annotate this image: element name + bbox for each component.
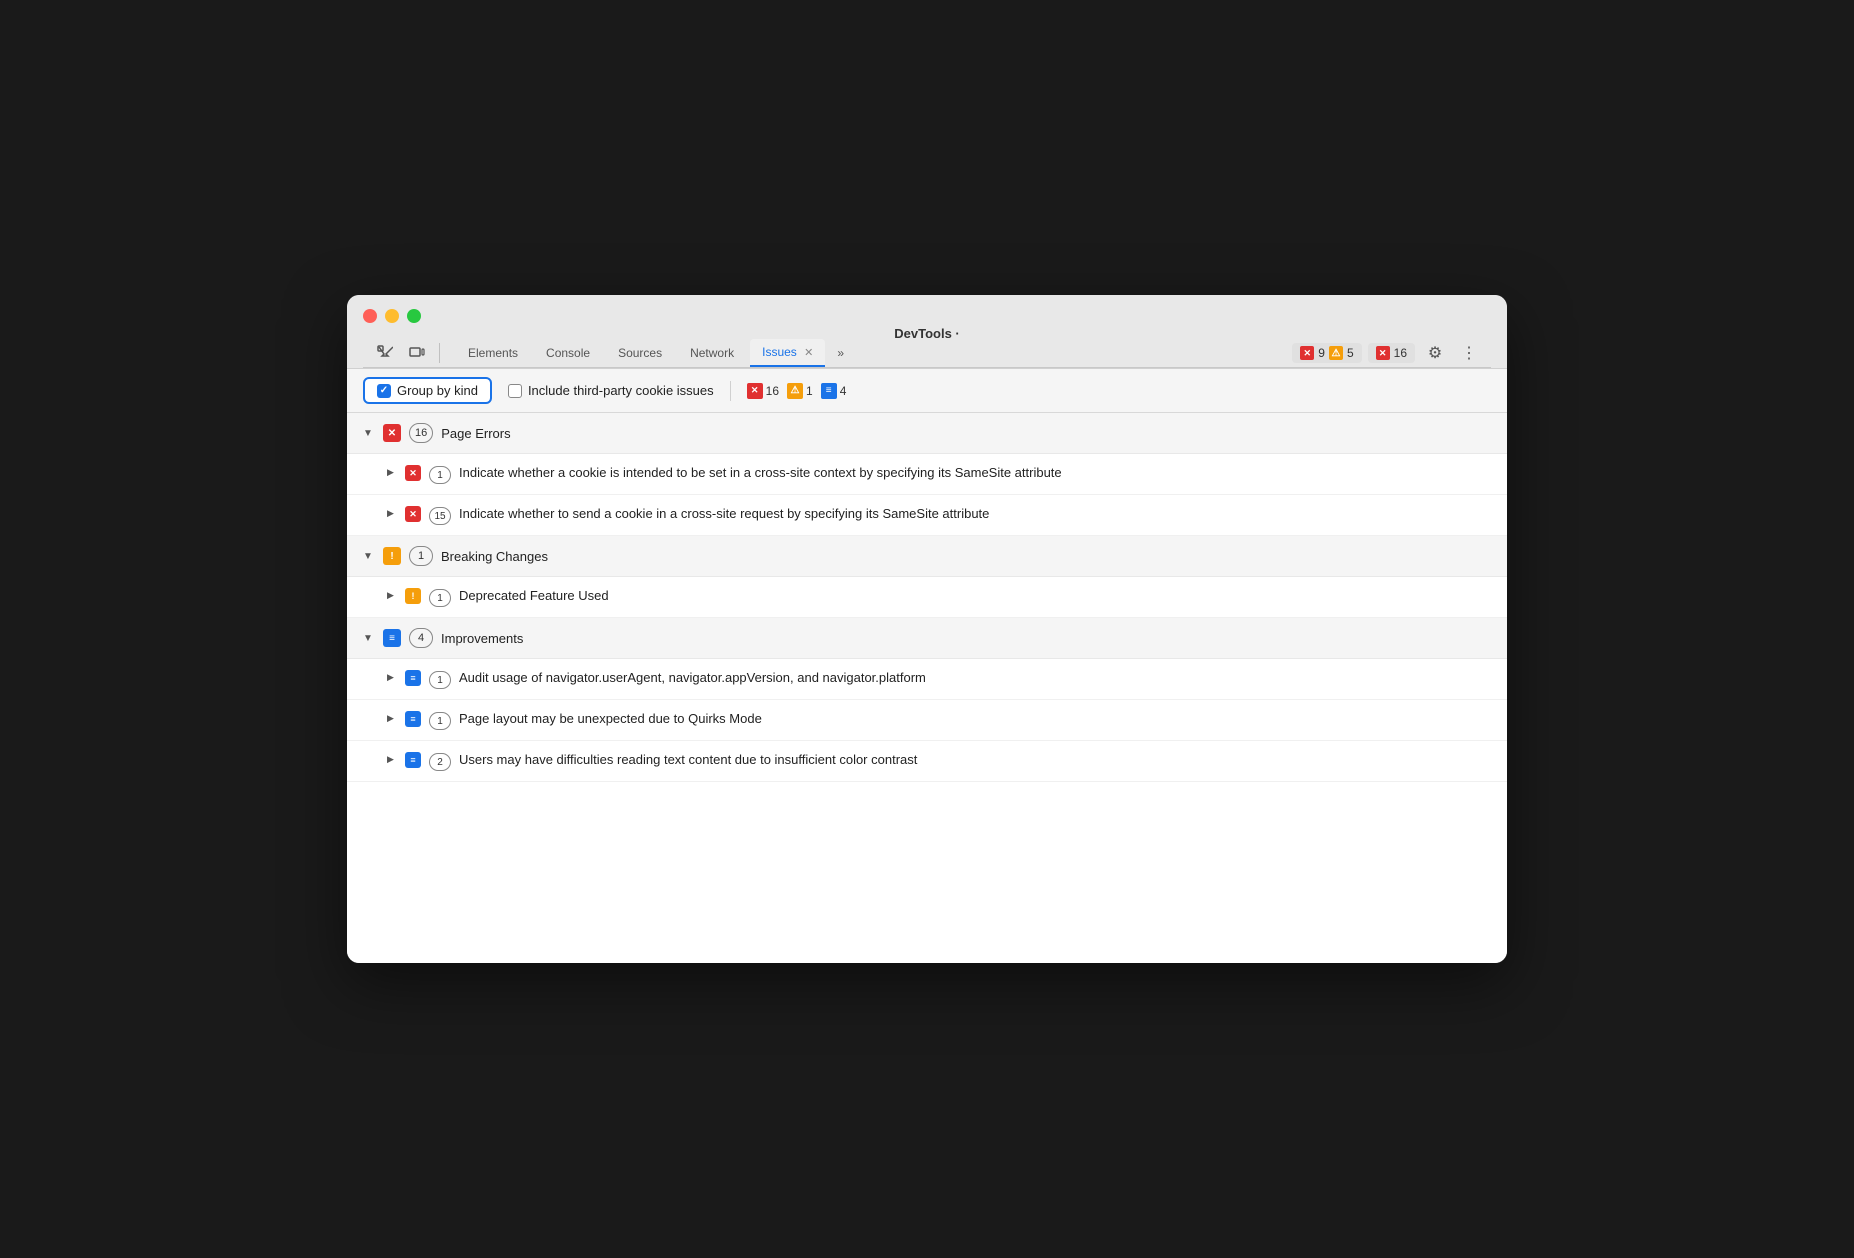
issue-count-badge-0-0: 1 <box>429 466 451 484</box>
issue-row-page-errors-1[interactable]: ▶ ✕ 15 Indicate whether to send a cookie… <box>347 495 1507 536</box>
issue-text-2-2: Users may have difficulties reading text… <box>459 751 917 769</box>
window-title: DevTools · <box>894 326 960 341</box>
total-badge-count: 16 <box>1394 346 1407 360</box>
third-party-label: Include third-party cookie issues <box>528 383 714 398</box>
tab-divider <box>439 343 440 363</box>
issue-expand-icon-2-1: ▶ <box>387 713 397 724</box>
issue-type-icon-0-0: ✕ <box>405 465 421 481</box>
issue-text-1-0: Deprecated Feature Used <box>459 587 609 605</box>
section-header-improvements[interactable]: ▼ ≡ 4 Improvements <box>347 618 1507 659</box>
toolbar-warning-badge: ⚠ 1 <box>787 383 813 399</box>
section-title-breaking-changes: Breaking Changes <box>441 549 548 564</box>
issue-text-0-1: Indicate whether to send a cookie in a c… <box>459 505 989 523</box>
toolbar-warning-icon: ⚠ <box>787 383 803 399</box>
section-title-improvements: Improvements <box>441 631 523 646</box>
issue-type-icon-1-0: ! <box>405 588 421 604</box>
issue-expand-icon-0-1: ▶ <box>387 508 397 519</box>
device-icon[interactable] <box>403 339 431 367</box>
tab-network[interactable]: Network <box>678 340 746 366</box>
issue-type-icon-2-1: ≡ <box>405 711 421 727</box>
issue-count-badge-0-1: 15 <box>429 507 451 525</box>
third-party-checkbox[interactable] <box>508 384 522 398</box>
group-by-kind-label: Group by kind <box>397 383 478 398</box>
toolbar-error-badge: ✕ 16 <box>747 383 779 399</box>
total-badge-icon: ✕ <box>1376 346 1390 360</box>
issue-count-badge-2-2: 2 <box>429 753 451 771</box>
group-by-kind-checkbox[interactable] <box>377 384 391 398</box>
warning-badge-count: 5 <box>1347 346 1354 360</box>
section-chevron-breaking-changes: ▼ <box>363 551 375 562</box>
issues-tab-close[interactable]: ✕ <box>804 347 813 359</box>
section-count-improvements: 4 <box>409 628 433 648</box>
toolbar-info-count: 4 <box>840 384 847 398</box>
group-by-kind-control[interactable]: Group by kind <box>363 377 492 404</box>
section-icon-improvements: ≡ <box>383 629 401 647</box>
section-icon-breaking-changes: ! <box>383 547 401 565</box>
tab-sources[interactable]: Sources <box>606 340 674 366</box>
settings-button[interactable]: ⚙ <box>1421 339 1449 367</box>
section-count-page-errors: 16 <box>409 423 433 443</box>
issue-text-2-0: Audit usage of navigator.userAgent, navi… <box>459 669 926 687</box>
issue-expand-icon-0-0: ▶ <box>387 467 397 478</box>
issue-count-badge-1-0: 1 <box>429 589 451 607</box>
issue-count-badge-2-0: 1 <box>429 671 451 689</box>
issue-row-improvements-2[interactable]: ▶ ≡ 2 Users may have difficulties readin… <box>347 741 1507 782</box>
total-badge: ✕ 16 <box>1368 343 1415 363</box>
tab-right-controls: ✕ 9 ⚠ 5 ✕ 16 ⚙ ⋮ <box>1292 339 1483 367</box>
toolbar-divider <box>730 381 731 401</box>
warning-badge-icon: ⚠ <box>1329 346 1343 360</box>
issue-expand-icon-2-0: ▶ <box>387 672 397 683</box>
issue-expand-icon-1-0: ▶ <box>387 590 397 601</box>
toolbar-right: ✕ 16 ⚠ 1 ≡ 4 <box>747 383 847 399</box>
issue-type-icon-2-2: ≡ <box>405 752 421 768</box>
more-options-button[interactable]: ⋮ <box>1455 339 1483 367</box>
toolbar: Group by kind Include third-party cookie… <box>347 369 1507 413</box>
section-chevron-page-errors: ▼ <box>363 428 375 439</box>
error-warning-badge: ✕ 9 ⚠ 5 <box>1292 343 1361 363</box>
title-bar: DevTools · Elem <box>347 295 1507 369</box>
toolbar-error-count: 16 <box>766 384 779 398</box>
section-title-page-errors: Page Errors <box>441 426 510 441</box>
issues-content: ▼ ✕ 16 Page Errors ▶ ✕ 1 Indicate whethe… <box>347 413 1507 963</box>
issue-row-improvements-1[interactable]: ▶ ≡ 1 Page layout may be unexpected due … <box>347 700 1507 741</box>
issue-type-icon-0-1: ✕ <box>405 506 421 522</box>
maximize-button[interactable] <box>407 309 421 323</box>
toolbar-info-icon: ≡ <box>821 383 837 399</box>
close-button[interactable] <box>363 309 377 323</box>
section-icon-page-errors: ✕ <box>383 424 401 442</box>
devtools-window: DevTools · Elem <box>347 295 1507 963</box>
issue-text-2-1: Page layout may be unexpected due to Qui… <box>459 710 762 728</box>
third-party-control[interactable]: Include third-party cookie issues <box>508 383 714 398</box>
error-badge-icon: ✕ <box>1300 346 1314 360</box>
issue-row-breaking-changes-0[interactable]: ▶ ! 1 Deprecated Feature Used <box>347 577 1507 618</box>
section-count-breaking-changes: 1 <box>409 546 433 566</box>
section-header-breaking-changes[interactable]: ▼ ! 1 Breaking Changes <box>347 536 1507 577</box>
issue-expand-icon-2-2: ▶ <box>387 754 397 765</box>
inspect-icon[interactable] <box>371 339 399 367</box>
toolbar-error-icon: ✕ <box>747 383 763 399</box>
section-chevron-improvements: ▼ <box>363 633 375 644</box>
issue-row-improvements-0[interactable]: ▶ ≡ 1 Audit usage of navigator.userAgent… <box>347 659 1507 700</box>
error-badge-count: 9 <box>1318 346 1325 360</box>
tab-elements[interactable]: Elements <box>456 340 530 366</box>
traffic-lights <box>363 309 1491 323</box>
issue-row-page-errors-0[interactable]: ▶ ✕ 1 Indicate whether a cookie is inten… <box>347 454 1507 495</box>
issue-text-0-0: Indicate whether a cookie is intended to… <box>459 464 1062 482</box>
tab-issues[interactable]: Issues ✕ <box>750 339 825 367</box>
minimize-button[interactable] <box>385 309 399 323</box>
tab-more-button[interactable]: » <box>829 342 852 364</box>
tab-icons <box>371 339 444 367</box>
toolbar-warning-count: 1 <box>806 384 813 398</box>
section-header-page-errors[interactable]: ▼ ✕ 16 Page Errors <box>347 413 1507 454</box>
toolbar-info-badge: ≡ 4 <box>821 383 847 399</box>
tab-console[interactable]: Console <box>534 340 602 366</box>
issue-count-badge-2-1: 1 <box>429 712 451 730</box>
issue-type-icon-2-0: ≡ <box>405 670 421 686</box>
